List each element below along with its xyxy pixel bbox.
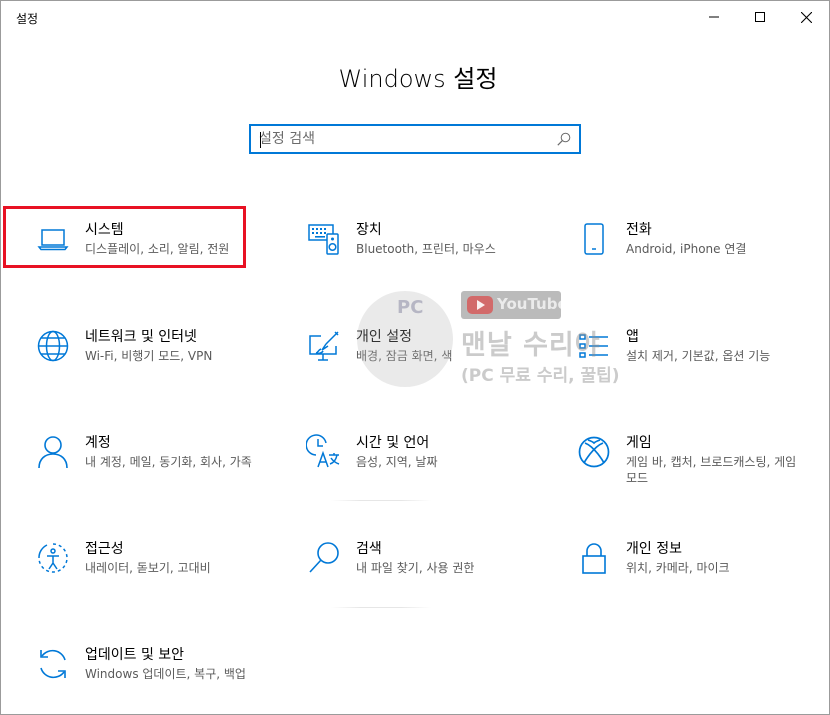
search-icon bbox=[304, 538, 344, 578]
tile-title: 개인 설정 bbox=[356, 329, 412, 345]
tile-description: 위치, 카메라, 마이크 bbox=[626, 561, 730, 575]
minimize-button[interactable] bbox=[691, 1, 737, 33]
close-icon bbox=[800, 11, 812, 23]
tile-devices[interactable]: 장치 Bluetooth, 프린터, 마우스 bbox=[304, 219, 552, 289]
tile-description: Android, iPhone 연결 bbox=[626, 242, 747, 256]
tile-title: 계정 bbox=[85, 435, 111, 451]
tile-title: 전화 bbox=[626, 222, 652, 238]
person-icon bbox=[33, 432, 73, 472]
app-title: 설정 bbox=[16, 12, 39, 26]
play-icon bbox=[467, 296, 493, 314]
apps-icon bbox=[574, 326, 614, 366]
tile-description: Windows 업데이트, 복구, 백업 bbox=[85, 667, 246, 681]
tile-ease-of-access[interactable]: 접근성 내레이터, 돋보기, 고대비 bbox=[33, 538, 281, 608]
tile-update-security[interactable]: 업데이트 및 보안 Windows 업데이트, 복구, 백업 bbox=[33, 644, 281, 714]
time-language-icon bbox=[304, 432, 344, 472]
tile-title: 네트워크 및 인터넷 bbox=[85, 329, 197, 345]
tile-description: Wi-Fi, 비행기 모드, VPN bbox=[85, 349, 213, 363]
tile-title: 업데이트 및 보안 bbox=[85, 647, 185, 663]
tile-phone[interactable]: 전화 Android, iPhone 연결 bbox=[574, 219, 822, 289]
devices-icon bbox=[304, 219, 344, 259]
tile-apps[interactable]: 앱 설치 제거, 기본값, 옵션 기능 bbox=[574, 326, 822, 396]
tile-description: 음성, 지역, 날짜 bbox=[356, 455, 438, 469]
settings-window: 설정 Windows 설정 시스템 디스플레이, 소리, 알림, 전원 bbox=[0, 0, 830, 715]
minimize-icon bbox=[709, 16, 719, 18]
title-bar[interactable]: 설정 bbox=[1, 1, 829, 33]
tile-description: 디스플레이, 소리, 알림, 전원 bbox=[85, 242, 230, 256]
maximize-button[interactable] bbox=[737, 1, 783, 33]
tile-network[interactable]: 네트워크 및 인터넷 Wi-Fi, 비행기 모드, VPN bbox=[33, 326, 281, 396]
close-button[interactable] bbox=[783, 1, 829, 33]
search-box[interactable] bbox=[249, 124, 581, 154]
laptop-icon bbox=[33, 219, 73, 259]
tile-description: 배경, 잠금 화면, 색 bbox=[356, 349, 453, 363]
sync-icon bbox=[33, 644, 73, 684]
search-input[interactable] bbox=[259, 129, 549, 149]
ease-of-access-icon bbox=[33, 538, 73, 578]
watermark-badge: PC bbox=[397, 297, 424, 318]
globe-icon bbox=[33, 326, 73, 366]
tile-time-language[interactable]: 시간 및 언어 음성, 지역, 날짜 bbox=[304, 432, 552, 502]
tile-description: 게임 바, 캡처, 브로드캐스팅, 게임 모드 bbox=[626, 455, 797, 485]
tile-description: Bluetooth, 프린터, 마우스 bbox=[356, 242, 496, 256]
tile-accounts[interactable]: 계정 내 계정, 메일, 동기화, 회사, 가족 bbox=[33, 432, 281, 502]
tile-description: 내 계정, 메일, 동기화, 회사, 가족 bbox=[85, 455, 252, 469]
maximize-icon bbox=[755, 12, 765, 22]
tile-title: 시스템 bbox=[85, 222, 124, 238]
personalization-icon bbox=[304, 326, 344, 366]
youtube-logo: YouTube bbox=[461, 291, 568, 319]
text-caret bbox=[260, 132, 261, 148]
tile-system[interactable]: 시스템 디스플레이, 소리, 알림, 전원 bbox=[33, 219, 281, 289]
tile-description: 내레이터, 돋보기, 고대비 bbox=[85, 561, 211, 575]
xbox-icon bbox=[574, 432, 614, 472]
tile-search[interactable]: 검색 내 파일 찾기, 사용 권한 bbox=[304, 538, 552, 608]
divider bbox=[331, 607, 431, 608]
lock-icon bbox=[574, 538, 614, 578]
tile-description: 설치 제거, 기본값, 옵션 기능 bbox=[626, 349, 771, 363]
tile-title: 앱 bbox=[626, 329, 639, 345]
tile-title: 개인 정보 bbox=[626, 541, 682, 557]
tile-title: 게임 bbox=[626, 435, 652, 451]
tile-personalization[interactable]: 개인 설정 배경, 잠금 화면, 색 bbox=[304, 326, 552, 396]
tile-title: 접근성 bbox=[85, 541, 124, 557]
tile-privacy[interactable]: 개인 정보 위치, 카메라, 마이크 bbox=[574, 538, 822, 608]
tile-gaming[interactable]: 게임 게임 바, 캡처, 브로드캐스팅, 게임 모드 bbox=[574, 432, 822, 502]
phone-icon bbox=[574, 219, 614, 259]
search-icon[interactable] bbox=[557, 132, 571, 146]
tile-title: 검색 bbox=[356, 541, 382, 557]
tile-description: 내 파일 찾기, 사용 권한 bbox=[356, 561, 475, 575]
divider bbox=[331, 500, 431, 501]
youtube-text: YouTube bbox=[497, 295, 568, 313]
tile-title: 시간 및 언어 bbox=[356, 435, 430, 451]
page-title: Windows 설정 bbox=[338, 65, 498, 93]
tile-title: 장치 bbox=[356, 222, 382, 238]
